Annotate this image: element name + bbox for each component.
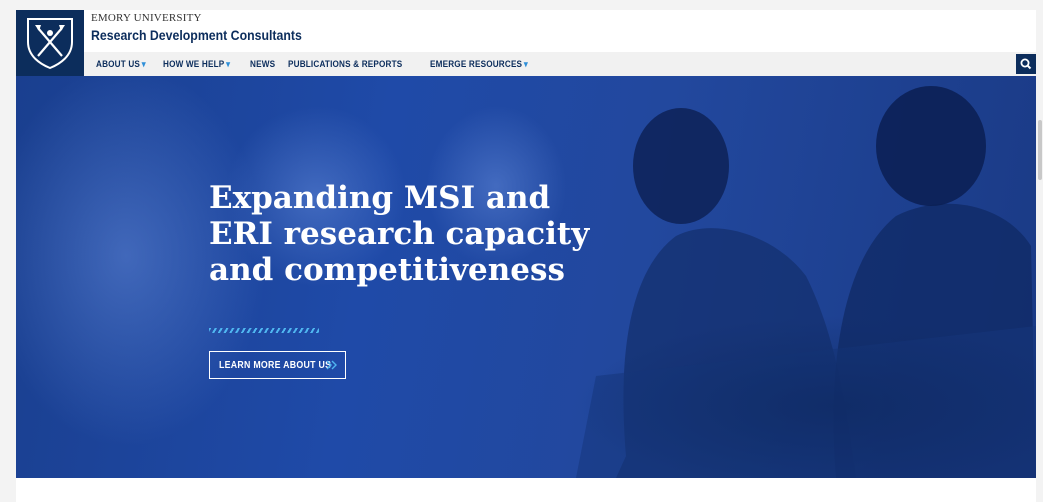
- nav-item-label: HOW WE HELP: [162, 58, 225, 70]
- nav-list: ABOUT US ▾ HOW WE HELP ▾ NEWS PUBLICATIONS & …: [96, 52, 553, 76]
- nav-item-news[interactable]: NEWS: [250, 59, 275, 70]
- main-navigation: ABOUT US ▾ HOW WE HELP ▾ NEWS PUBLICATIONS & …: [84, 52, 1036, 76]
- hero-title-line: Expanding MSI and: [209, 180, 551, 216]
- double-chevron-right-icon: [326, 360, 337, 370]
- nav-item-label: NEWS: [250, 58, 276, 70]
- nav-item-label: PUBLICATIONS & REPORTS: [288, 58, 403, 70]
- shield-icon: [27, 18, 73, 70]
- scrollbar[interactable]: [1037, 0, 1043, 502]
- decorative-divider: [209, 328, 319, 333]
- university-name: EMORY UNIVERSITY: [91, 12, 202, 24]
- nav-item-about-us[interactable]: ABOUT US ▾: [96, 59, 146, 70]
- chevron-down-icon: ▾: [226, 58, 231, 69]
- hero-title-line: ERI research capacity: [209, 216, 590, 252]
- nav-item-emerge-resources[interactable]: EMERGE RESOURCES ▾: [430, 59, 528, 70]
- learn-more-label: LEARN MORE ABOUT US: [219, 359, 332, 371]
- chevron-down-icon: ▾: [524, 58, 529, 69]
- hero-title: Expanding MSI and ERI research capacity …: [209, 180, 629, 288]
- learn-more-button[interactable]: LEARN MORE ABOUT US: [209, 351, 346, 379]
- emory-shield-logo[interactable]: [16, 10, 84, 76]
- nav-item-label: EMERGE RESOURCES: [430, 58, 523, 70]
- page: EMORY UNIVERSITY Research Development Co…: [16, 10, 1036, 502]
- search-button[interactable]: [1016, 54, 1036, 74]
- nav-item-how-we-help[interactable]: HOW WE HELP ▾: [163, 59, 230, 70]
- hero-title-line: and competitiveness: [209, 252, 565, 288]
- nav-item-publications-reports[interactable]: PUBLICATIONS & REPORTS: [288, 59, 402, 70]
- nav-item-label: ABOUT US: [96, 58, 141, 70]
- search-icon: [1020, 58, 1032, 70]
- hero-banner: Expanding MSI and ERI research capacity …: [16, 76, 1036, 478]
- site-title[interactable]: Research Development Consultants: [91, 27, 302, 43]
- chevron-down-icon: ▾: [141, 58, 146, 69]
- scrollbar-thumb[interactable]: [1038, 120, 1042, 180]
